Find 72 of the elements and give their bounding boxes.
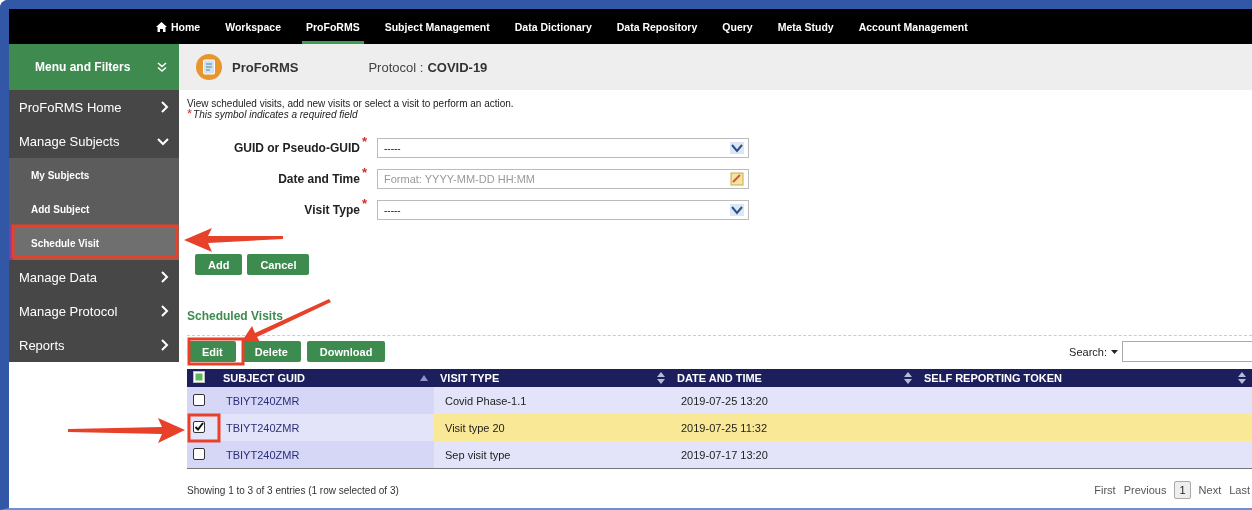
table-cell: Sep visit type [445, 448, 511, 461]
nav-link[interactable]: Workspace [221, 9, 286, 44]
table-action-button[interactable]: Edit [189, 341, 236, 362]
protocol-label: Protocol : [368, 59, 424, 75]
instructions-text: View scheduled visits, add new visits or select a visit to perform an action. [187, 98, 515, 109]
chevron-down-icon [157, 136, 169, 146]
sidebar-title: Menu and Filters [35, 60, 131, 74]
field-label: GUID or Pseudo-GUID [233, 141, 360, 155]
table-cell: Covid Phase-1.1 [445, 394, 527, 407]
table-info: Showing 1 to 3 of 3 entries (1 row selected of 3) [187, 484, 399, 496]
table-cell: 2019-07-25 13:20 [681, 394, 768, 407]
checked-checkbox[interactable] [193, 420, 205, 433]
select-all-checkbox[interactable] [193, 371, 205, 383]
field-label: Visit Type [304, 203, 360, 217]
sidebar-item[interactable]: Manage Protocol [9, 294, 179, 328]
highlight-frame [187, 337, 245, 366]
sidebar-item[interactable]: ProFoRMS Home [9, 90, 179, 124]
nav-link[interactable]: Home [152, 9, 205, 44]
table-action-button[interactable]: Download [306, 341, 386, 362]
form-button[interactable]: Cancel [247, 254, 310, 275]
home-icon [156, 21, 167, 32]
table-cell: TBIYT240ZMR [226, 421, 300, 434]
pagination-link[interactable]: First [1094, 484, 1116, 496]
dropdown-field[interactable]: ----- [377, 138, 749, 158]
table-cell: Visit type 20 [445, 421, 505, 434]
field-label: Date and Time [278, 172, 360, 186]
sidebar-subitem[interactable]: Add Subject [9, 192, 179, 226]
form-button[interactable]: Add [195, 254, 243, 275]
nav-link[interactable]: Query [718, 9, 757, 44]
nav-link[interactable]: Data Repository [612, 9, 702, 44]
caret-icon [1111, 349, 1118, 354]
table-cell: TBIYT240ZMR [226, 394, 300, 407]
pagination-link[interactable]: Last [1229, 484, 1250, 496]
required-note: This symbol indicates a required field [193, 109, 358, 120]
search-label: Search: [1069, 345, 1107, 358]
nav-link[interactable]: Subject Management [380, 9, 494, 44]
calendar-icon [730, 172, 744, 186]
search-field[interactable] [1122, 341, 1252, 362]
pagination-link[interactable]: Next [1198, 484, 1222, 496]
table-cell: 2019-07-25 11:32 [681, 421, 768, 434]
sidebar-header[interactable]: Menu and Filters [9, 44, 179, 90]
collapse-icon [157, 62, 167, 72]
nav-link[interactable]: Data Dictionary [510, 9, 596, 44]
sidebar-item[interactable]: Manage Data [9, 260, 179, 294]
chevron-right-icon [160, 339, 169, 351]
chevron-right-icon [160, 305, 169, 317]
nav-link[interactable]: Meta Study [773, 9, 838, 44]
required-mark: * [187, 109, 193, 120]
checkbox[interactable] [193, 393, 205, 406]
protocol-name: COVID-19 [427, 59, 488, 75]
chevron-right-icon [160, 271, 169, 283]
dropdown-icon [730, 204, 744, 216]
required-mark: * [361, 199, 367, 209]
column-header[interactable]: VISIT TYPE [440, 372, 500, 384]
app-title: ProFoRMS [232, 59, 299, 75]
required-mark: * [361, 168, 367, 178]
sidebar-subitem[interactable]: My Subjects [9, 158, 179, 192]
nav-link[interactable]: Account Management [854, 9, 972, 44]
pagination-link[interactable]: Previous [1123, 484, 1167, 496]
sidebar-item[interactable]: Reports [9, 328, 179, 362]
highlight-frame [187, 413, 221, 443]
current-page[interactable]: 1 [1174, 481, 1191, 499]
required-mark: * [361, 137, 367, 147]
chevron-right-icon [160, 101, 169, 113]
checkbox[interactable] [193, 447, 205, 460]
dropdown-icon [730, 142, 744, 154]
sidebar-item[interactable]: Manage Subjects [9, 124, 179, 158]
dropdown-field[interactable]: ----- [377, 200, 749, 220]
form-icon [196, 54, 222, 80]
table-cell: 2019-07-17 13:20 [681, 448, 768, 461]
section-title: Scheduled Visits [187, 309, 284, 323]
table-cell: TBIYT240ZMR [226, 448, 300, 461]
